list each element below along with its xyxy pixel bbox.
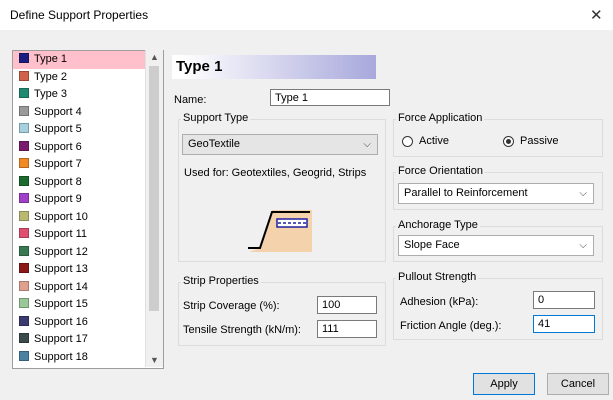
color-swatch-icon	[19, 263, 29, 273]
color-swatch-icon	[19, 193, 29, 203]
scroll-up-icon[interactable]: ▲	[146, 50, 163, 64]
scroll-thumb[interactable]	[149, 66, 159, 311]
list-item-label: Support 10	[34, 210, 88, 223]
list-item[interactable]: Support 8	[13, 174, 163, 192]
list-item[interactable]: Support 12	[13, 244, 163, 262]
tensile-strength-field[interactable]: 111	[317, 320, 377, 338]
anchorage-type-group-label: Anchorage Type	[396, 219, 480, 231]
force-orientation-group-label: Force Orientation	[396, 165, 485, 177]
list-item[interactable]: Support 4	[13, 104, 163, 122]
scroll-down-icon[interactable]: ▼	[146, 353, 163, 367]
force-application-group-label: Force Application	[396, 112, 485, 124]
list-item[interactable]: Type 3	[13, 86, 163, 104]
list-item[interactable]: Support 13	[13, 261, 163, 279]
tensile-strength-label: Tensile Strength (kN/m):	[183, 324, 301, 336]
list-item[interactable]: Support 10	[13, 209, 163, 227]
list-item[interactable]: Type 1	[13, 51, 163, 69]
list-item[interactable]: Support 18	[13, 349, 163, 367]
list-item[interactable]: Support 16	[13, 314, 163, 332]
color-swatch-icon	[19, 158, 29, 168]
anchorage-type-select[interactable]: Slope Face ⌵	[398, 235, 594, 256]
name-label: Name:	[174, 94, 207, 106]
name-field[interactable]: Type 1	[270, 89, 390, 106]
chevron-down-icon: ⌵	[579, 188, 587, 199]
friction-angle-label: Friction Angle (deg.):	[400, 320, 502, 332]
color-swatch-icon	[19, 88, 29, 98]
color-swatch-icon	[19, 123, 29, 133]
color-swatch-icon	[19, 245, 29, 256]
list-item-label: Support 9	[34, 193, 82, 205]
list-item-label: Support 11	[34, 228, 88, 240]
list-item-label: Support 14	[34, 280, 88, 293]
color-swatch-icon	[19, 298, 29, 308]
color-swatch-icon	[19, 333, 29, 343]
list-item[interactable]: Support 9	[13, 191, 163, 209]
list-item-label: Support 17	[34, 333, 88, 345]
geotextile-diagram-icon	[244, 204, 314, 257]
adhesion-field[interactable]: 0	[533, 291, 595, 309]
list-item-label: Support 18	[34, 350, 88, 363]
type-header: Type 1	[172, 55, 376, 79]
list-item-label: Support 16	[34, 315, 88, 328]
active-radio[interactable]	[402, 136, 413, 147]
list-item[interactable]: Support 7	[13, 156, 163, 174]
pullout-strength-group-label: Pullout Strength	[396, 271, 479, 283]
friction-angle-field[interactable]: 41	[533, 315, 595, 333]
list-item-label: Support 5	[34, 123, 82, 135]
list-item-label: Support 7	[34, 158, 82, 170]
list-item-label: Support 12	[34, 245, 88, 258]
color-swatch-icon	[19, 105, 29, 116]
list-item[interactable]: Support 15	[13, 296, 163, 314]
close-icon[interactable]: ✕	[590, 6, 603, 24]
list-item-label: Type 2	[34, 70, 68, 83]
support-list[interactable]: Type 1 Type 2 Type 3 Support 4 Support 5 Supp…	[12, 50, 164, 369]
list-item[interactable]: Support 6	[13, 139, 163, 157]
list-item-label: Support 6	[34, 140, 82, 153]
force-orientation-value: Parallel to Reinforcement	[404, 187, 528, 199]
window-title: Define Support Properties	[10, 8, 149, 22]
color-swatch-icon	[19, 210, 29, 221]
color-swatch-icon	[19, 280, 29, 291]
support-type-select[interactable]: GeoTextile ⌵	[182, 134, 378, 155]
apply-button[interactable]: Apply	[473, 373, 535, 395]
adhesion-label: Adhesion (kPa):	[400, 296, 479, 308]
color-swatch-icon	[19, 140, 29, 151]
chevron-down-icon: ⌵	[363, 139, 371, 150]
list-item-label: Support 4	[34, 105, 82, 118]
color-swatch-icon	[19, 175, 29, 186]
list-item[interactable]: Support 5	[13, 121, 163, 139]
color-swatch-icon	[19, 315, 29, 326]
cancel-button[interactable]: Cancel	[547, 373, 609, 395]
list-item[interactable]: Support 11	[13, 226, 163, 244]
force-orientation-select[interactable]: Parallel to Reinforcement ⌵	[398, 183, 594, 204]
list-item-label: Support 13	[34, 263, 88, 275]
strip-coverage-label: Strip Coverage (%):	[183, 300, 280, 312]
color-swatch-icon	[19, 350, 29, 361]
list-item-label: Type 3	[34, 88, 68, 100]
list-item[interactable]: Support 17	[13, 331, 163, 349]
used-for-text: Used for: Geotextiles, Geogrid, Strips	[184, 167, 367, 179]
list-item[interactable]: Type 2	[13, 69, 163, 87]
color-swatch-icon	[19, 70, 29, 81]
strip-coverage-field[interactable]: 100	[317, 296, 377, 314]
list-item-label: Type 1	[34, 53, 68, 65]
list-item[interactable]: Support 14	[13, 279, 163, 297]
support-type-group-label: Support Type	[181, 112, 251, 124]
list-scrollbar[interactable]: ▲ ▼	[145, 50, 163, 367]
active-label: Active	[419, 135, 449, 147]
color-swatch-icon	[19, 228, 29, 238]
passive-label: Passive	[520, 135, 559, 147]
support-type-value: GeoTextile	[188, 138, 240, 150]
strip-properties-group-label: Strip Properties	[181, 275, 261, 287]
chevron-down-icon: ⌵	[579, 240, 587, 251]
passive-radio[interactable]	[503, 136, 514, 147]
list-item-label: Support 15	[34, 298, 88, 310]
list-item-label: Support 8	[34, 175, 82, 188]
anchorage-type-value: Slope Face	[404, 239, 460, 251]
color-swatch-icon	[19, 53, 29, 63]
